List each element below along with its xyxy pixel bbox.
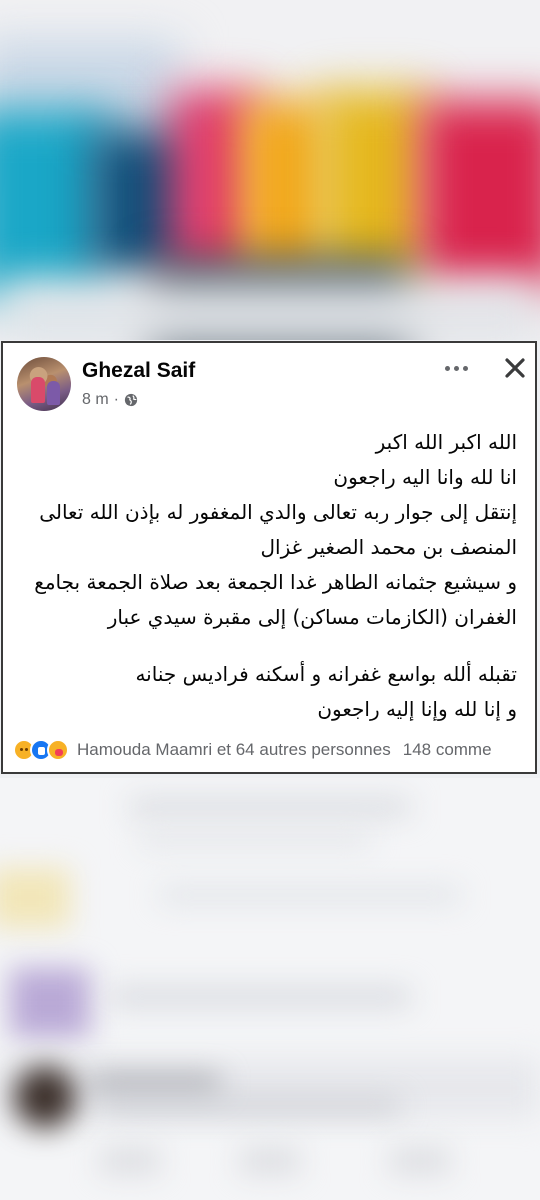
post-line: انا لله وانا اليه راجعون bbox=[333, 465, 517, 489]
post-line: الغفران (الكازمات مساكن) إلى مقبرة سيدي … bbox=[107, 605, 517, 629]
post-line: و إنا لله وإنا إليه راجعون bbox=[317, 697, 517, 721]
post-line: تقبله ألله بواسع غفرانه و أسكنه فراديس ج… bbox=[135, 662, 517, 686]
globe-icon bbox=[124, 393, 138, 407]
reactions-bar[interactable]: Hamouda Maamri et 64 autres personnes 14… bbox=[13, 735, 537, 765]
author-name[interactable]: Ghezal Saif bbox=[82, 359, 195, 383]
blurred-feed bbox=[0, 778, 540, 1200]
post-line: إنتقل إلى جوار ربه تعالى والدي المغفور ل… bbox=[39, 500, 517, 524]
post-body: الله اكبر الله اكبر انا لله وانا اليه را… bbox=[17, 425, 517, 727]
more-options-button[interactable] bbox=[441, 355, 471, 381]
post-meta: 8 m · bbox=[82, 391, 138, 409]
post-time[interactable]: 8 m bbox=[82, 391, 109, 409]
more-dots-icon bbox=[444, 365, 450, 371]
meta-separator: · bbox=[113, 391, 119, 408]
reactions-summary[interactable]: Hamouda Maamri et 64 autres personnes bbox=[77, 740, 391, 760]
post-line: و سيشيع جثمانه الطاهر غدا الجمعة بعد صلا… bbox=[34, 570, 517, 594]
post-card: Ghezal Saif 8 m · الله اكبر الله اكبر ان… bbox=[1, 341, 537, 774]
more-dots-icon bbox=[462, 365, 468, 371]
avatar-figure bbox=[47, 381, 60, 405]
blurred-background-image bbox=[0, 0, 540, 340]
post-line: الله اكبر الله اكبر bbox=[375, 430, 517, 454]
comments-count[interactable]: 148 comme bbox=[403, 740, 492, 760]
more-dots-icon bbox=[453, 365, 459, 371]
close-icon[interactable] bbox=[498, 351, 532, 385]
care-reaction-icon bbox=[47, 739, 69, 761]
author-avatar[interactable] bbox=[17, 357, 71, 411]
avatar-figure bbox=[31, 377, 45, 403]
post-line: المنصف بن محمد الصغير غزال bbox=[260, 535, 518, 559]
